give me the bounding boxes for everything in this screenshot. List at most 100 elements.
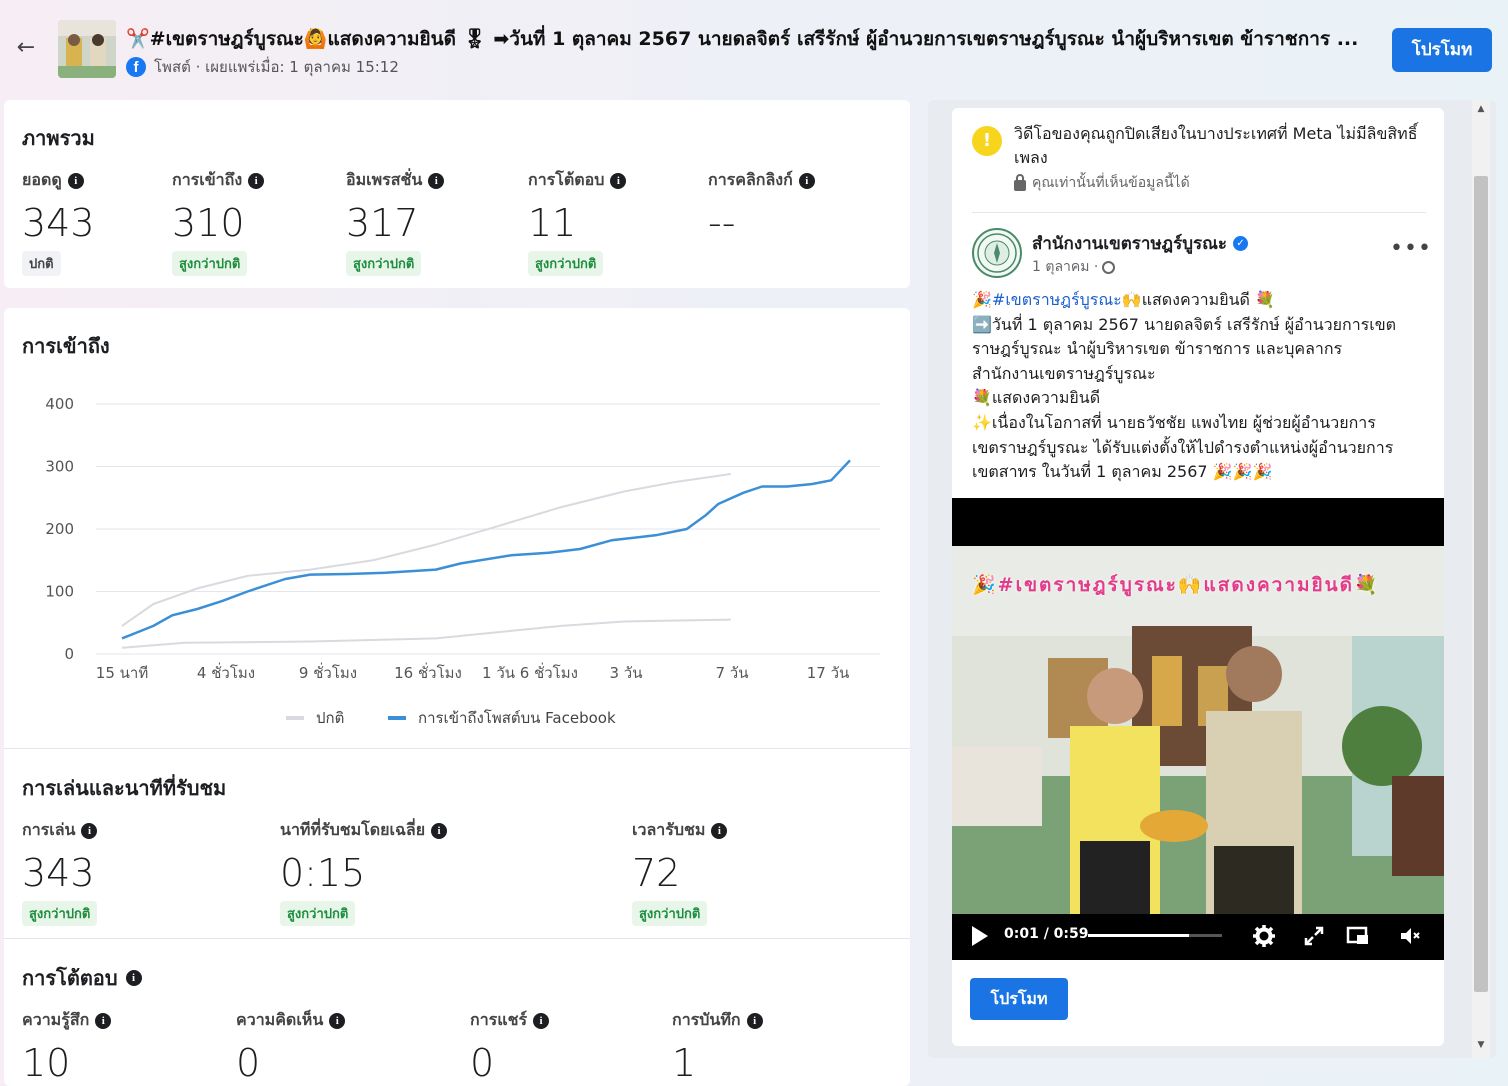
- stat-value: --: [708, 201, 736, 245]
- x-tick-label: 7 วัน: [716, 664, 749, 682]
- post-body-line: 💐แสดงความยินดี: [972, 388, 1101, 408]
- video-progress-bar[interactable]: [1088, 934, 1222, 937]
- status-badge: สูงกว่าปกติ: [280, 901, 356, 926]
- stat-label: การเล่น: [22, 820, 76, 839]
- video-progress-fill: [1088, 934, 1189, 937]
- stat-label: การแชร์: [470, 1010, 528, 1029]
- stat-label: เวลารับชม: [632, 820, 706, 839]
- stat-label: ยอดดู: [22, 170, 62, 189]
- picture-in-picture-icon[interactable]: [1346, 924, 1370, 948]
- stat-label: นาทีที่รับชมโดยเฉลี่ย: [280, 820, 426, 839]
- y-tick-label: 0: [64, 645, 74, 663]
- info-icon[interactable]: i: [711, 822, 728, 839]
- series-line-typical[interactable]: [121, 618, 731, 649]
- page-name[interactable]: สำนักงานเขตราษฎร์บูรณะ ✓: [1032, 230, 1249, 257]
- overview-title: ภาพรวม: [22, 126, 95, 150]
- promote-button[interactable]: โปรโมท: [1392, 28, 1492, 72]
- stat-value: 317: [346, 201, 419, 245]
- info-icon[interactable]: i: [533, 1012, 550, 1029]
- divider: [972, 212, 1426, 213]
- y-tick-label: 100: [45, 583, 74, 601]
- info-icon[interactable]: i: [95, 1012, 112, 1029]
- stat-reactions: ความรู้สึก i 10: [22, 1008, 112, 1085]
- promote-post-button[interactable]: โปรโมท: [970, 978, 1068, 1020]
- scroll-up-icon[interactable]: ▲: [1474, 104, 1488, 118]
- post-body-line: 🎉#เขตราษฎร์บูรณะ🙌แสดงความยินดี 💐: [972, 290, 1275, 309]
- settings-icon[interactable]: [1252, 924, 1276, 948]
- stat-comments: ความคิดเห็น i 0: [236, 1008, 346, 1085]
- page-name-text[interactable]: สำนักงานเขตราษฎร์บูรณะ: [1032, 230, 1227, 257]
- post-title: ✂️#เขตราษฎร์บูรณะ🙆แสดงความยินดี 🎖 ➡วันที…: [126, 28, 1359, 50]
- info-icon[interactable]: i: [431, 822, 448, 839]
- lock-icon: [1014, 173, 1026, 191]
- stat-reach: การเข้าถึง i 310 สูงกว่าปกติ: [172, 168, 265, 276]
- info-icon[interactable]: i: [610, 172, 627, 189]
- seal-logo-icon: [977, 233, 1017, 273]
- y-tick-label: 200: [45, 520, 74, 538]
- info-icon[interactable]: i: [746, 1012, 763, 1029]
- stat-value: 72: [632, 851, 681, 895]
- warning-visibility: คุณเท่านั้นที่เห็นข้อมูลนี้ได้: [1014, 172, 1190, 194]
- stat-link-clicks: การคลิกลิงก์ i --: [708, 168, 815, 245]
- divider: [4, 938, 910, 939]
- stat-plays: การเล่น i 343 สูงกว่าปกติ: [22, 818, 98, 926]
- video-player[interactable]: 🎉#เขตราษฎร์บูรณะ🙌แสดงความยินดี💐 0:01 / 0…: [952, 498, 1444, 960]
- x-tick-label: 17 วัน: [807, 664, 850, 682]
- post-date: 1 ตุลาคม ·: [1032, 256, 1116, 278]
- info-icon[interactable]: i: [428, 172, 445, 189]
- warning-icon: !: [972, 126, 1002, 156]
- stat-shares: การแชร์ i 0: [470, 1008, 550, 1085]
- muted-volume-icon[interactable]: [1398, 924, 1422, 948]
- post-meta: f โพสต์ · เผยแพร่เมื่อ: 1 ตุลาคม 15:12: [126, 55, 399, 79]
- post-meta-text: โพสต์ · เผยแพร่เมื่อ: 1 ตุลาคม 15:12: [154, 58, 399, 76]
- stat-views: ยอดดู i 343 ปกติ: [22, 168, 95, 276]
- video-caption: 🎉#เขตราษฎร์บูรณะ🙌แสดงความยินดี💐: [972, 574, 1380, 596]
- more-options-button[interactable]: •••: [1390, 236, 1432, 261]
- fullscreen-icon[interactable]: [1302, 924, 1326, 948]
- info-icon[interactable]: i: [81, 822, 98, 839]
- legend-label: ปกติ: [316, 709, 344, 727]
- post-header: ← ✂️#เขตราษฎร์บูรณะ🙆แสดงความยินดี 🎖 ➡วัน…: [0, 0, 1508, 96]
- page-avatar[interactable]: [972, 228, 1022, 278]
- stat-impressions: อิมเพรสชั่น i 317 สูงกว่าปกติ: [346, 168, 445, 276]
- back-button[interactable]: ←: [14, 36, 38, 60]
- stat-label: การเข้าถึง: [172, 170, 243, 189]
- y-tick-label: 400: [45, 395, 74, 413]
- info-icon[interactable]: i: [125, 970, 142, 986]
- stat-value: 11: [528, 201, 577, 245]
- muted-warning-text: วิดีโอของคุณถูกปิดเสียงในบางประเทศที่ Me…: [1014, 124, 1418, 167]
- overview-card: ภาพรวม ยอดดู i 343 ปกติ การเข้าถึง i 310 ส…: [4, 100, 910, 288]
- play-icon[interactable]: [972, 926, 988, 946]
- stat-saves: การบันทึก i 1: [672, 1008, 763, 1085]
- info-icon[interactable]: i: [798, 172, 815, 189]
- thumbnail-image-icon: [58, 20, 116, 78]
- playback-title: การเล่นและนาทีที่รับชม: [22, 776, 227, 800]
- verified-icon: ✓: [1233, 236, 1249, 251]
- info-icon[interactable]: i: [248, 172, 265, 189]
- video-frame[interactable]: 🎉#เขตราษฎร์บูรณะ🙌แสดงความยินดี💐: [952, 546, 1444, 914]
- status-badge: สูงกว่าปกติ: [346, 251, 422, 276]
- info-icon[interactable]: i: [329, 1012, 346, 1029]
- scrollbar-thumb[interactable]: [1474, 176, 1488, 992]
- stat-label: ความรู้สึก: [22, 1010, 90, 1029]
- divider: [4, 748, 910, 749]
- facebook-icon: f: [126, 57, 146, 77]
- info-icon[interactable]: i: [67, 172, 84, 189]
- hashtag-link[interactable]: #เขตราษฎร์บูรณะ: [992, 290, 1122, 309]
- stat-label: การโต้ตอบ: [528, 170, 605, 189]
- insights-card: การเข้าถึง 0 100 200 300 400 15 นาที 4 ชั่วโมง…: [4, 308, 910, 1086]
- scroll-down-icon[interactable]: ▼: [1474, 1040, 1488, 1054]
- x-tick-label: 3 วัน: [610, 664, 643, 682]
- legend-label: การเข้าถึงโพสต์บน Facebook: [418, 709, 616, 727]
- reach-line-chart: 0 100 200 300 400 15 นาที 4 ชั่วโมง 9 ชั่วโมง 16…: [45, 395, 880, 727]
- status-badge: สูงกว่าปกติ: [172, 251, 248, 276]
- stat-watch-time: เวลารับชม i 72 สูงกว่าปกติ: [632, 818, 728, 926]
- post-date-text[interactable]: 1 ตุลาคม ·: [1032, 256, 1098, 278]
- video-still-image-icon: [952, 546, 1444, 914]
- post-body-line: เขตราษฎร์บูรณะ ได้รับแต่งตั้งให้ไปดำรงตำ…: [972, 437, 1394, 457]
- stat-value: 343: [22, 201, 95, 245]
- stat-label: การบันทึก: [672, 1010, 741, 1029]
- series-line-facebook-reach[interactable]: [121, 459, 851, 640]
- interactions-title: การโต้ตอบ: [22, 966, 118, 990]
- post-body-line: เขตสาทร ในวันที่ 1 ตุลาคม 2567 🎉🎉🎉: [972, 462, 1273, 482]
